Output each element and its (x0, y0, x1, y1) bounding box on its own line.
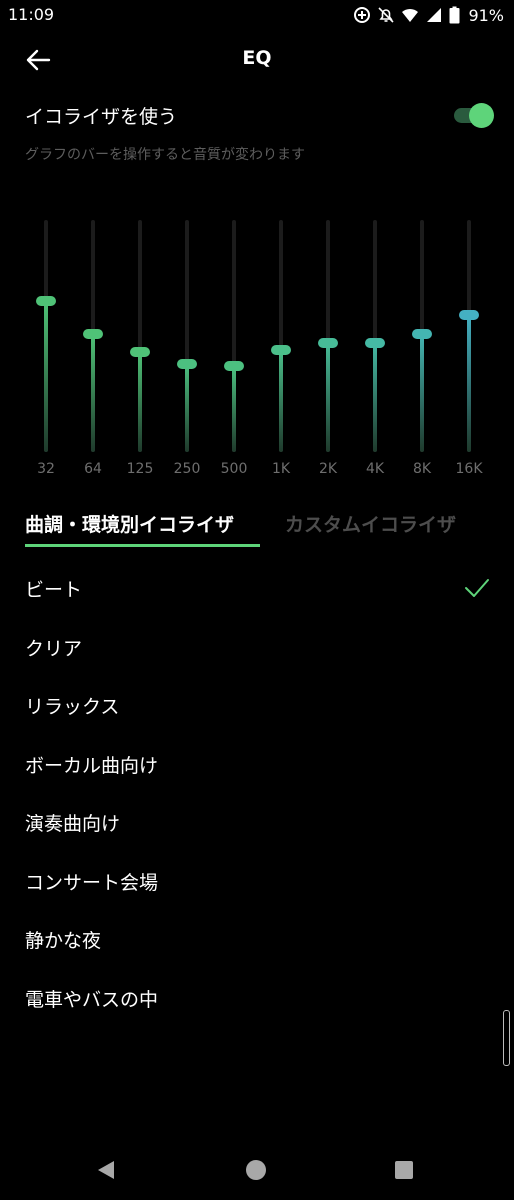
preset-item[interactable]: ビート (0, 559, 514, 617)
eq-band-slider[interactable]: 125 (120, 200, 160, 485)
eq-band-handle[interactable] (130, 347, 150, 358)
eq-band-handle[interactable] (83, 328, 103, 339)
preset-item[interactable]: ボーカル曲向け (0, 735, 514, 793)
equalizer-toggle-label: イコライザを使う (25, 106, 178, 128)
nav-back-button[interactable] (96, 1160, 116, 1180)
nav-recents-icon[interactable] (395, 1161, 413, 1179)
tab-preset-equalizer[interactable]: 曲調・環境別イコライザ (25, 510, 234, 537)
eq-band-handle[interactable] (318, 337, 338, 348)
preset-label: ビート (25, 579, 83, 601)
preset-label: 静かな夜 (25, 930, 102, 952)
data-saver-icon (353, 6, 371, 24)
eq-band-slider[interactable]: 500 (214, 200, 254, 485)
page-title: EQ (242, 47, 272, 69)
eq-band-slider[interactable]: 2K (308, 200, 348, 485)
preset-item[interactable]: 静かな夜 (0, 910, 514, 968)
status-time: 11:09 (8, 5, 55, 24)
checkmark-icon (464, 575, 490, 601)
preset-label: コンサート会場 (25, 871, 159, 894)
eq-band-slider[interactable]: 4K (355, 200, 395, 485)
eq-band-fill (138, 352, 142, 452)
wifi-icon (401, 6, 419, 24)
eq-band-fill (44, 301, 48, 452)
preset-label: 演奏曲向け (25, 813, 121, 835)
toggle-knob (469, 103, 494, 128)
preset-label: リラックス (25, 696, 120, 718)
eq-graph: 32 64 125 250 500 1K 2K 4K 8K 16K (0, 200, 514, 490)
nav-back-icon (96, 1161, 116, 1184)
eq-band-fill (326, 342, 330, 452)
eq-band-fill (373, 342, 377, 452)
eq-band-fill (467, 315, 471, 452)
eq-band-handle[interactable] (177, 358, 197, 369)
preset-item[interactable]: リラックス (0, 676, 514, 734)
nav-home-icon[interactable] (246, 1160, 266, 1180)
equalizer-toggle[interactable] (452, 103, 494, 128)
eq-band-handle[interactable] (459, 310, 479, 321)
eq-band-slider[interactable]: 32 (26, 200, 66, 485)
eq-band-fill (232, 366, 236, 452)
preset-item[interactable]: コンサート会場 (0, 852, 514, 910)
eq-band-slider[interactable]: 1K (261, 200, 301, 485)
eq-band-handle[interactable] (365, 337, 385, 348)
battery-percent: 91% (468, 5, 504, 25)
preset-item[interactable]: 電車やバスの中 (0, 969, 514, 1027)
eq-band-slider[interactable]: 8K (402, 200, 442, 485)
eq-band-slider[interactable]: 16K (449, 200, 489, 485)
eq-band-fill (91, 333, 95, 452)
status-icons: 91% (353, 4, 504, 26)
preset-item[interactable]: クリア (0, 618, 514, 676)
eq-band-fill (279, 349, 283, 452)
scrollbar[interactable] (503, 1010, 510, 1066)
eq-band-handle[interactable] (36, 296, 56, 307)
eq-band-slider[interactable]: 250 (167, 200, 207, 485)
battery-icon (449, 6, 460, 24)
active-tab-indicator (25, 544, 260, 547)
eq-band-fill (420, 333, 424, 452)
preset-label: 電車やバスの中 (25, 988, 159, 1011)
eq-band-handle[interactable] (412, 328, 432, 339)
equalizer-description: グラフのバーを操作すると音質が変わります (25, 147, 305, 163)
eq-band-frequency-label: 16K (455, 461, 483, 477)
signal-icon (425, 6, 443, 24)
eq-band-fill (185, 363, 189, 452)
notifications-off-icon (377, 6, 395, 24)
preset-item[interactable]: 演奏曲向け (0, 793, 514, 851)
eq-band-handle[interactable] (224, 361, 244, 372)
eq-band-slider[interactable]: 64 (73, 200, 113, 485)
preset-label: ボーカル曲向け (25, 754, 159, 777)
tab-custom-equalizer[interactable]: カスタムイコライザ (285, 510, 456, 537)
eq-band-handle[interactable] (271, 344, 291, 355)
preset-label: クリア (25, 637, 83, 660)
